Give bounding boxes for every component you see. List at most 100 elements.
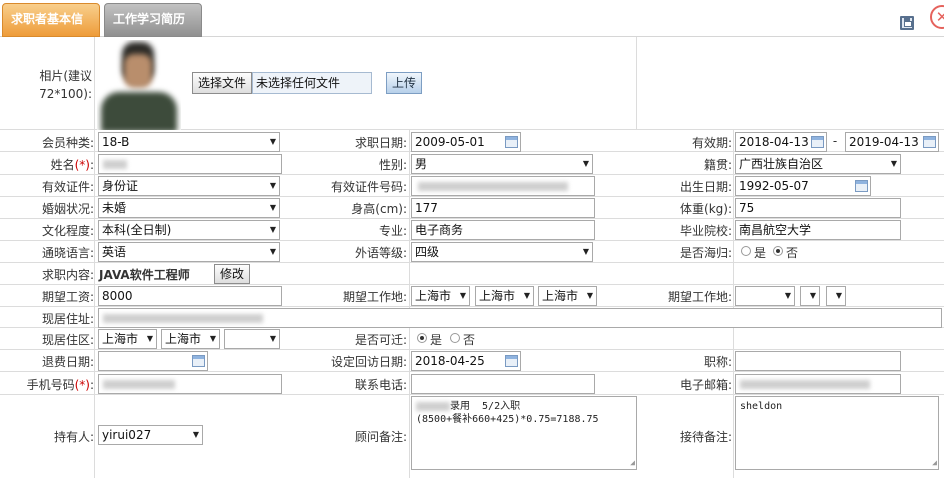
native-place-select[interactable]: 广西壮族自治区	[735, 154, 901, 174]
close-icon[interactable]: ✕	[930, 5, 944, 29]
returnee-no-radio[interactable]	[773, 246, 783, 256]
returnee-yes-radio[interactable]	[741, 246, 751, 256]
current-district-select[interactable]	[224, 329, 280, 349]
revisit-date-label: 设定回访日期:	[330, 355, 407, 369]
job-content-label: 求职内容:	[41, 268, 94, 282]
language-select[interactable]: 英语	[98, 242, 280, 262]
name-input[interactable]	[98, 154, 282, 174]
calendar-icon[interactable]	[923, 136, 936, 148]
relocate-no-text: 否	[463, 333, 476, 347]
expected-location-2-city-select[interactable]	[800, 286, 820, 306]
birth-date-input[interactable]: 1992-05-07	[735, 176, 871, 196]
calendar-icon[interactable]	[505, 136, 518, 148]
mobile-input[interactable]	[98, 374, 282, 394]
current-address-input[interactable]	[98, 308, 942, 328]
name-label: 姓名(*):	[50, 158, 94, 172]
member-type-label: 会员种类:	[41, 136, 94, 150]
email-label: 电子邮箱:	[679, 378, 732, 392]
native-place-label: 籍贯:	[703, 158, 732, 172]
email-input[interactable]	[735, 374, 901, 394]
current-city-select[interactable]: 上海市	[161, 329, 220, 349]
expected-salary-input[interactable]: 8000	[98, 286, 282, 306]
save-icon[interactable]	[900, 16, 914, 30]
education-select[interactable]: 本科(全日制)	[98, 220, 280, 240]
major-label: 专业:	[378, 224, 407, 238]
calendar-icon[interactable]	[505, 355, 518, 367]
holder-select[interactable]: yirui027	[98, 425, 203, 445]
expected-salary-label: 期望工资:	[41, 290, 94, 304]
relocate-yes-text: 是	[430, 333, 443, 347]
expected-location-label: 期望工作地:	[342, 290, 407, 304]
expected-location-2-province-select[interactable]	[735, 286, 795, 306]
gender-select[interactable]: 男	[411, 154, 593, 174]
validity-start-value: 2018-04-13	[739, 135, 809, 149]
edit-job-content-button[interactable]: 修改	[214, 264, 250, 284]
expected-province-select[interactable]: 上海市	[411, 286, 470, 306]
job-date-input[interactable]: 2009-05-01	[411, 132, 521, 152]
mobile-label: 手机号码(*):	[26, 378, 94, 392]
current-province-select[interactable]: 上海市	[98, 329, 157, 349]
file-name-display: 未选择任何文件	[252, 72, 372, 94]
height-input[interactable]: 177	[411, 198, 595, 218]
weight-input[interactable]: 75	[735, 198, 901, 218]
consultant-note-textarea[interactable]: 录用 5/2入职 (8500+餐补660+425)*0.75=7188.75	[411, 396, 637, 470]
revisit-date-input[interactable]: 2018-04-25	[411, 351, 521, 371]
validity-label: 有效期:	[691, 136, 732, 150]
phone-input[interactable]	[411, 374, 595, 394]
marital-label: 婚姻状况:	[41, 202, 94, 216]
returnee-yes-text: 是	[754, 246, 767, 260]
id-type-select[interactable]: 身份证	[98, 176, 280, 196]
major-input[interactable]: 电子商务	[411, 220, 595, 240]
height-label: 身高(cm):	[351, 202, 407, 216]
school-label: 毕业院校:	[679, 224, 732, 238]
consultant-note-label: 顾问备注:	[354, 430, 407, 444]
candidate-photo	[97, 40, 181, 130]
consultant-note-line2: (8500+餐补660+425)*0.75=7188.75	[416, 414, 599, 425]
language-label: 通晓语言:	[41, 246, 94, 260]
job-content-value: JAVA软件工程师	[99, 268, 190, 282]
expected-location-2-district-select[interactable]	[826, 286, 846, 306]
marital-select[interactable]: 未婚	[98, 198, 280, 218]
language-level-select[interactable]: 四级	[411, 242, 593, 262]
calendar-icon[interactable]	[855, 180, 868, 192]
expected-district-select[interactable]: 上海市	[538, 286, 597, 306]
holder-label: 持有人:	[53, 430, 94, 444]
tab-bar: 求职者基本信息 工作学习简历 ✕	[0, 0, 944, 56]
relocate-no-radio[interactable]	[450, 333, 460, 343]
title-input[interactable]	[735, 351, 901, 371]
id-number-label: 有效证件号码:	[330, 180, 407, 194]
language-level-label: 外语等级:	[354, 246, 407, 260]
birth-date-value: 1992-05-07	[739, 179, 809, 193]
photo-label: 相片(建议72*100):	[39, 69, 92, 101]
gender-label: 性别:	[378, 158, 407, 172]
calendar-icon[interactable]	[192, 355, 205, 367]
education-label: 文化程度:	[41, 224, 94, 238]
expected-city-select[interactable]: 上海市	[475, 286, 534, 306]
validity-end-value: 2019-04-13	[849, 135, 919, 149]
expected-location-2-label: 期望工作地:	[667, 290, 732, 304]
phone-label: 联系电话:	[354, 378, 407, 392]
reception-note-textarea[interactable]: sheldon	[735, 396, 939, 470]
refund-date-input[interactable]	[98, 351, 208, 371]
current-area-label: 现居住区:	[41, 333, 94, 347]
relocate-yes-radio[interactable]	[417, 333, 427, 343]
current-address-label: 现居住址:	[41, 312, 94, 326]
job-date-value: 2009-05-01	[415, 135, 485, 149]
refund-date-label: 退费日期:	[41, 355, 94, 369]
revisit-date-value: 2018-04-25	[415, 354, 485, 368]
calendar-icon[interactable]	[811, 136, 824, 148]
school-input[interactable]: 南昌航空大学	[735, 220, 901, 240]
title-label: 职称:	[703, 355, 732, 369]
choose-file-button[interactable]: 选择文件	[192, 72, 252, 94]
tab-basic-info[interactable]: 求职者基本信息	[2, 3, 100, 56]
tab-resume[interactable]: 工作学习简历	[104, 3, 202, 37]
validity-end-input[interactable]: 2019-04-13	[845, 132, 939, 152]
weight-label: 体重(kg):	[680, 202, 732, 216]
id-number-input[interactable]	[411, 176, 595, 196]
candidate-form: 相片(建议72*100): 选择文件 未选择任何文件 上传 会员种类: 18-B…	[0, 37, 944, 478]
returnee-label: 是否海归:	[679, 246, 732, 260]
upload-button[interactable]: 上传	[386, 72, 422, 94]
member-type-select[interactable]: 18-B	[98, 132, 280, 152]
id-type-label: 有效证件:	[41, 180, 94, 194]
validity-start-input[interactable]: 2018-04-13	[735, 132, 827, 152]
